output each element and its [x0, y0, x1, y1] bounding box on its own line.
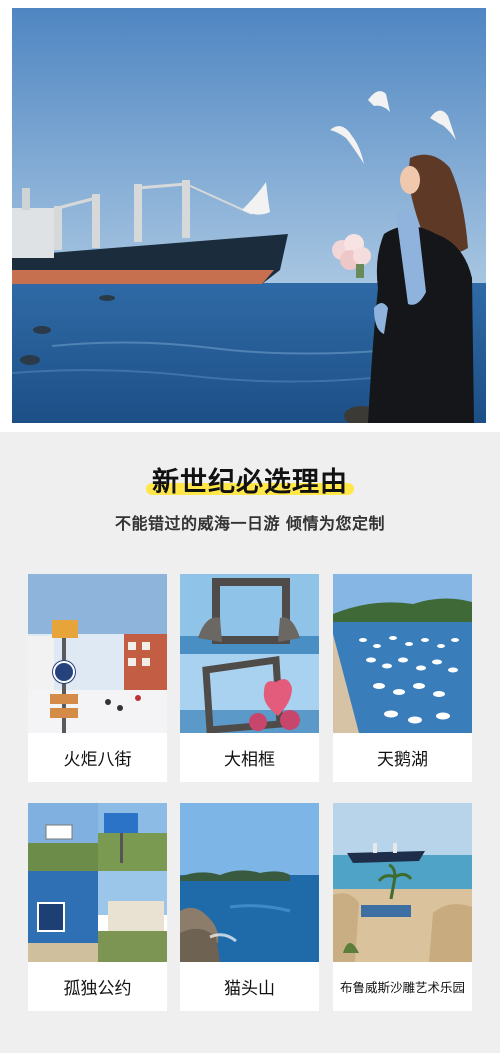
card-swan-lake[interactable]: 天鹅湖 — [333, 574, 472, 782]
card-photo — [28, 574, 167, 733]
card-photo — [180, 574, 319, 733]
section-heading: 新世纪必选理由 — [0, 460, 500, 499]
card-photo — [333, 803, 472, 962]
card-photo — [28, 803, 167, 962]
card-label: 大相框 — [224, 750, 275, 770]
card-sand-sculpture-park[interactable]: 布鲁威斯沙雕艺术乐园 — [333, 803, 472, 1011]
reasons-section: 新世纪必选理由 不能错过的威海一日游 倾情为您定制 火炬八街 大相框 天鹅湖 孤… — [0, 432, 500, 1053]
card-label: 布鲁威斯沙雕艺术乐园 — [339, 980, 465, 995]
card-torch-8th-street[interactable]: 火炬八街 — [28, 574, 167, 782]
card-cat-head-mountain[interactable]: 猫头山 — [180, 803, 319, 1011]
section-subtitle: 不能错过的威海一日游 倾情为您定制 — [114, 514, 386, 533]
card-photo — [333, 574, 472, 733]
card-label: 孤独公约 — [63, 979, 132, 999]
card-big-frame[interactable]: 大相框 — [180, 574, 319, 782]
card-label: 猫头山 — [224, 979, 275, 999]
card-lonely-covenant[interactable]: 孤独公约 — [28, 803, 167, 1011]
hero-photo — [12, 8, 486, 423]
heading-wrap: 新世纪必选理由 — [146, 460, 354, 499]
card-label: 火炬八街 — [63, 750, 132, 770]
page-title: 新世纪必选理由 — [152, 467, 348, 498]
card-photo — [180, 803, 319, 962]
card-label: 天鹅湖 — [377, 750, 428, 770]
